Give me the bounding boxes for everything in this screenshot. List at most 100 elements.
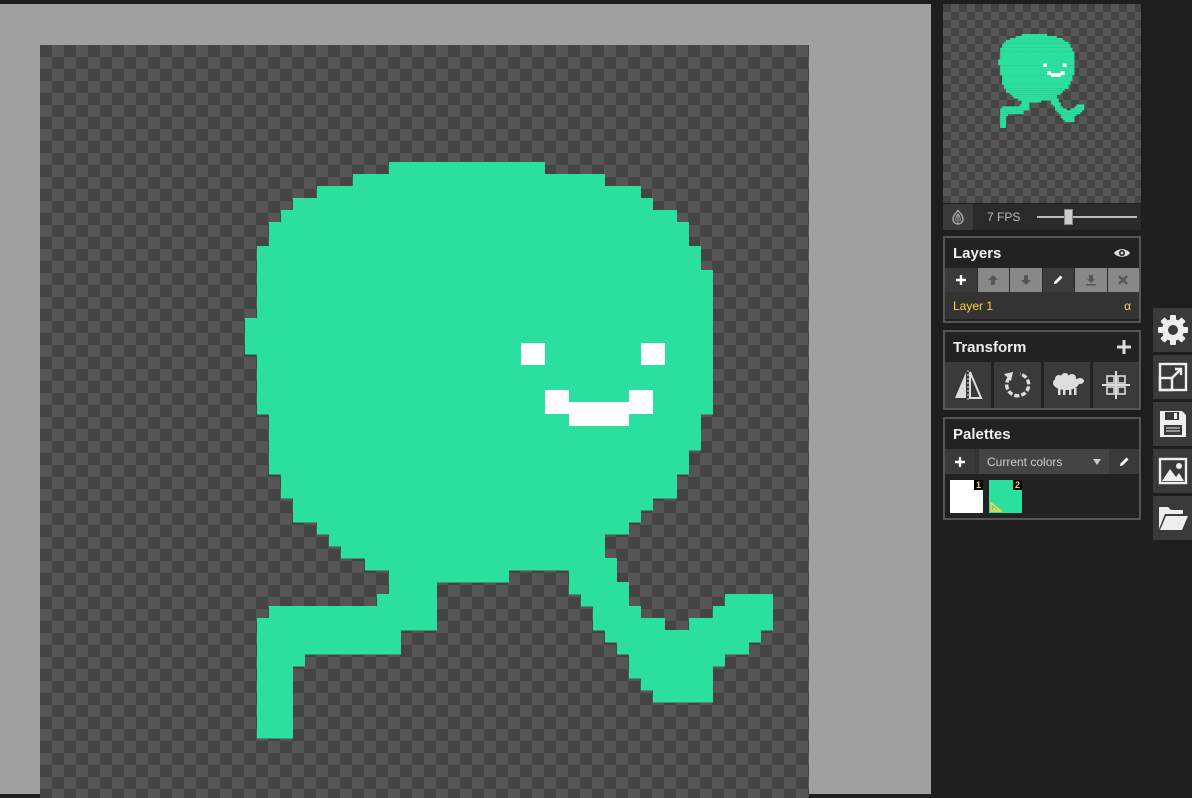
sprite-face-pixel xyxy=(545,390,569,414)
sprite-pixel-block xyxy=(1009,92,1061,95)
sprite-pixel-block xyxy=(257,690,293,703)
animation-preview xyxy=(943,4,1141,203)
resize-button[interactable] xyxy=(1153,355,1192,399)
sprite-pixel-block xyxy=(725,594,773,607)
layers-title: Layers xyxy=(953,244,1002,262)
open-file-button[interactable] xyxy=(1153,496,1192,540)
swatch-2[interactable]: 2 xyxy=(989,480,1022,513)
move-down-icon xyxy=(1020,275,1031,285)
sprite-pixel-block xyxy=(1000,118,1006,121)
sprite-pixel-block xyxy=(1017,98,1059,101)
sprite-pixel-block xyxy=(569,582,629,595)
layers-panel: Layers Layer 1 α xyxy=(943,236,1141,323)
move-layer-down-button[interactable] xyxy=(1010,268,1043,292)
sprite-pixel-block xyxy=(1005,39,1065,42)
sprite-pixel-block xyxy=(317,186,641,199)
edit-layer-icon xyxy=(1054,275,1063,284)
sprite-pixel-block xyxy=(389,582,437,595)
save-button[interactable] xyxy=(1153,402,1192,446)
sprite-pixel-block xyxy=(353,174,605,187)
sprite-pixel-block xyxy=(1005,88,1065,91)
clone-sheep-icon xyxy=(1052,373,1084,395)
selected-color-marker-icon xyxy=(990,502,1002,512)
center-align-icon xyxy=(1101,371,1130,399)
sprite-face-pixel xyxy=(1047,71,1051,76)
sprite-pixel-block xyxy=(593,606,641,619)
sprite-pixel-block xyxy=(269,414,701,451)
side-toolbar xyxy=(1153,308,1192,543)
animation-controls: 7 FPS xyxy=(943,204,1141,230)
sprite-pixel-block xyxy=(293,498,653,511)
sprite-pixel-block xyxy=(269,450,689,475)
layer-toolbar xyxy=(945,268,1139,292)
sprite-pixel-block xyxy=(1021,34,1048,37)
sprite-pixel-block xyxy=(617,642,749,655)
rotate-icon xyxy=(1004,372,1031,398)
settings-icon xyxy=(1157,315,1188,345)
toggle-visibility-button[interactable] xyxy=(1113,247,1131,259)
palette-select[interactable]: Current colors xyxy=(979,449,1109,474)
sprite-pixel-block xyxy=(629,654,725,667)
palette-select-value: Current colors xyxy=(987,454,1063,469)
sprite-pixel-block xyxy=(1062,118,1075,121)
settings-button[interactable] xyxy=(1153,308,1192,352)
swatch-number: 2 xyxy=(1012,480,1022,490)
sprite-pixel-block xyxy=(257,654,305,667)
sprite-pixel-block xyxy=(1004,84,1069,89)
sprite-pixel-block xyxy=(257,702,293,739)
edit-palette-button[interactable] xyxy=(1109,449,1139,474)
palettes-title: Palettes xyxy=(953,425,1011,443)
add-palette-button[interactable] xyxy=(945,449,975,474)
sprite-pixel-block xyxy=(1015,35,1057,38)
sprite-pixel-block xyxy=(257,270,713,319)
sprite-pixel-block xyxy=(1058,112,1081,115)
transform-title: Transform xyxy=(953,338,1027,356)
add-layer-button[interactable] xyxy=(945,268,978,292)
sprite-pixel-block xyxy=(1000,122,1006,128)
sprite-face-pixel xyxy=(521,343,545,365)
swatch-1[interactable]: 1 xyxy=(950,480,983,513)
eye-icon xyxy=(1114,249,1130,257)
onion-skin-button[interactable] xyxy=(943,204,973,230)
sprite-pixel-block xyxy=(713,606,773,619)
sprite-pixel-block xyxy=(293,198,653,211)
resize-icon xyxy=(1158,362,1187,392)
sprite-pixel-block xyxy=(1000,114,1008,117)
sprite-pixel-block xyxy=(1064,120,1075,123)
center-button[interactable] xyxy=(1092,362,1139,408)
transform-more-button[interactable] xyxy=(1117,340,1131,354)
flip-button[interactable] xyxy=(945,362,992,408)
sprite-pixel-block xyxy=(281,474,677,499)
sprite-pixel-block xyxy=(581,594,629,607)
transform-toolbar xyxy=(945,362,1139,408)
sprite-pixel-block xyxy=(329,534,605,547)
palettes-panel: Palettes Current colors 1 2 xyxy=(943,417,1141,520)
sprite-pixel-block xyxy=(1000,110,1024,113)
sprite-pixel-block xyxy=(1052,104,1061,107)
delete-layer-button[interactable] xyxy=(1107,268,1139,292)
sprite-pixel-block xyxy=(1074,106,1085,109)
onion-skin-icon xyxy=(952,209,964,225)
edit-layer-button[interactable] xyxy=(1042,268,1075,292)
sprite-pixel-block xyxy=(1050,102,1061,105)
sprite-pixel-block xyxy=(1000,120,1006,123)
move-up-icon xyxy=(988,275,999,285)
rotate-button[interactable] xyxy=(994,362,1041,408)
move-layer-up-button[interactable] xyxy=(977,268,1010,292)
sprite-pixel-block xyxy=(1000,51,1075,60)
sprite-pixel-block xyxy=(1000,112,1024,115)
clone-button[interactable] xyxy=(1043,362,1090,408)
import-image-button[interactable] xyxy=(1153,449,1192,493)
sprite-pixel-block xyxy=(653,690,713,703)
sprite-pixel-block xyxy=(1021,102,1030,105)
merge-down-icon xyxy=(1085,275,1096,286)
merge-layer-button[interactable] xyxy=(1075,268,1108,292)
fps-slider[interactable] xyxy=(1037,204,1137,230)
open-folder-icon xyxy=(1158,507,1188,530)
drawing-canvas[interactable] xyxy=(40,45,809,798)
fps-slider-thumb[interactable] xyxy=(1064,209,1073,225)
sprite-pixel-block xyxy=(269,222,689,247)
layer-item[interactable]: Layer 1 α xyxy=(945,292,1139,319)
layer-alpha-toggle[interactable]: α xyxy=(1124,299,1131,313)
sprite-pixel-block xyxy=(281,210,677,223)
